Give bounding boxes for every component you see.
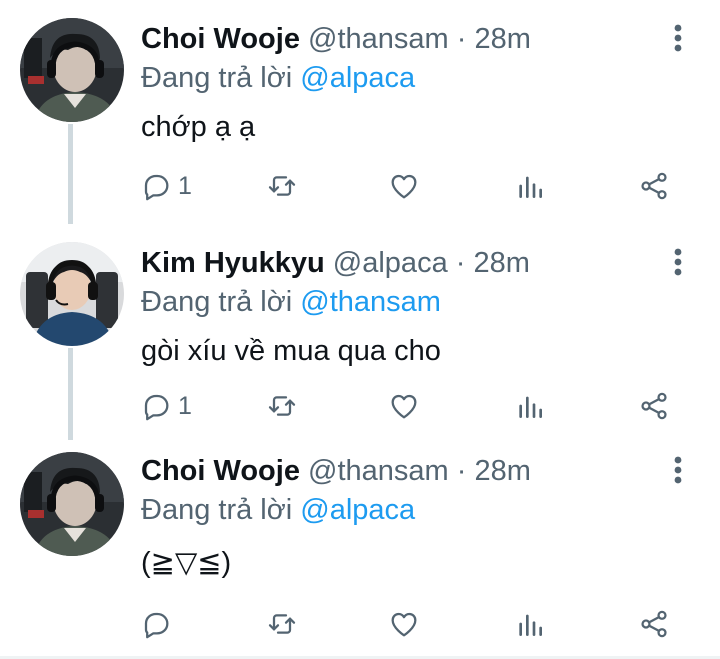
tweet-header: Choi Wooje @thansam · 28m bbox=[141, 451, 531, 491]
thread-connector-line bbox=[68, 348, 73, 440]
timestamp[interactable]: 28m bbox=[474, 455, 530, 487]
separator-dot: · bbox=[455, 247, 466, 279]
retweet-button[interactable] bbox=[266, 384, 298, 428]
tweet-actions bbox=[140, 602, 700, 646]
tweet-text: (≧▽≦) bbox=[141, 547, 232, 579]
more-options-button[interactable] bbox=[660, 452, 696, 488]
retweet-button[interactable] bbox=[266, 164, 298, 208]
more-options-icon bbox=[674, 456, 682, 484]
replying-to-label: Đang trả lời bbox=[141, 62, 293, 94]
thread-connector-line bbox=[68, 124, 73, 224]
replying-to: Đang trả lời @thansam bbox=[141, 282, 441, 322]
more-options-button[interactable] bbox=[660, 244, 696, 280]
reply-icon bbox=[144, 174, 169, 201]
replying-to: Đang trả lời @alpaca bbox=[141, 490, 415, 530]
avatar-photo-kim-hyukkyu bbox=[20, 242, 124, 346]
user-handle[interactable]: @alpaca bbox=[333, 247, 448, 279]
separator-dot: · bbox=[456, 23, 467, 55]
avatar-photo-choi-wooje bbox=[20, 452, 124, 556]
more-options-icon bbox=[674, 24, 682, 52]
view-stats-button[interactable] bbox=[514, 384, 546, 428]
heart-icon bbox=[391, 394, 417, 419]
user-handle[interactable]: @thansam bbox=[308, 23, 449, 55]
reply-count: 1 bbox=[178, 391, 192, 420]
tweet[interactable]: Choi Wooje @thansam · 28m Đang trả lời @… bbox=[0, 0, 720, 224]
like-button[interactable] bbox=[388, 602, 420, 646]
avatar[interactable] bbox=[20, 452, 124, 556]
reply-button[interactable]: 1 bbox=[140, 164, 192, 208]
tweet-actions: 1 bbox=[140, 384, 700, 428]
like-button[interactable] bbox=[388, 164, 420, 208]
display-name[interactable]: Kim Hyukkyu bbox=[141, 247, 325, 279]
tweet[interactable]: Kim Hyukkyu @alpaca · 28m Đang trả lời @… bbox=[0, 224, 720, 440]
timestamp[interactable]: 28m bbox=[474, 23, 530, 55]
reply-button[interactable] bbox=[140, 602, 178, 646]
view-stats-button[interactable] bbox=[514, 602, 546, 646]
like-button[interactable] bbox=[388, 384, 420, 428]
tweet-header: Kim Hyukkyu @alpaca · 28m bbox=[141, 243, 530, 283]
share-icon bbox=[641, 172, 667, 200]
replying-to-label: Đang trả lời bbox=[141, 286, 293, 318]
share-button[interactable] bbox=[638, 602, 670, 646]
reply-icon bbox=[144, 612, 169, 639]
retweet-icon bbox=[268, 176, 296, 196]
heart-icon bbox=[391, 612, 417, 637]
heart-icon bbox=[391, 174, 417, 199]
timestamp[interactable]: 28m bbox=[474, 247, 530, 279]
bar-chart-icon bbox=[519, 176, 542, 198]
display-name[interactable]: Choi Wooje bbox=[141, 455, 300, 487]
replying-to-label: Đang trả lời bbox=[141, 494, 293, 526]
display-name[interactable]: Choi Wooje bbox=[141, 23, 300, 55]
retweet-button[interactable] bbox=[266, 602, 298, 646]
share-icon bbox=[641, 610, 667, 638]
avatar[interactable] bbox=[20, 18, 124, 122]
separator-dot: · bbox=[456, 455, 467, 487]
retweet-icon bbox=[268, 614, 296, 634]
share-button[interactable] bbox=[638, 384, 670, 428]
reply-mention-link[interactable]: @thansam bbox=[300, 286, 441, 318]
reply-mention-link[interactable]: @alpaca bbox=[300, 494, 415, 526]
avatar-photo-choi-wooje bbox=[20, 18, 124, 122]
tweet-actions: 1 bbox=[140, 164, 700, 208]
bar-chart-icon bbox=[519, 396, 542, 418]
replying-to: Đang trả lời @alpaca bbox=[141, 58, 415, 98]
retweet-icon bbox=[268, 396, 296, 416]
more-options-icon bbox=[674, 248, 682, 276]
bar-chart-icon bbox=[519, 614, 542, 636]
reply-button[interactable]: 1 bbox=[140, 384, 192, 428]
more-options-button[interactable] bbox=[660, 20, 696, 56]
reply-count: 1 bbox=[178, 171, 192, 200]
view-stats-button[interactable] bbox=[514, 164, 546, 208]
tweet-text: chớp ạ ạ bbox=[141, 111, 256, 143]
tweet[interactable]: Choi Wooje @thansam · 28m Đang trả lời @… bbox=[0, 440, 720, 659]
reply-mention-link[interactable]: @alpaca bbox=[300, 62, 415, 94]
share-button[interactable] bbox=[638, 164, 670, 208]
tweet-text: gòi xíu về mua qua cho bbox=[141, 335, 441, 367]
reply-thread: Choi Wooje @thansam · 28m Đang trả lời @… bbox=[0, 0, 720, 659]
tweet-header: Choi Wooje @thansam · 28m bbox=[141, 19, 531, 59]
avatar[interactable] bbox=[20, 242, 124, 346]
share-icon bbox=[641, 392, 667, 420]
reply-icon bbox=[144, 394, 169, 421]
user-handle[interactable]: @thansam bbox=[308, 455, 449, 487]
